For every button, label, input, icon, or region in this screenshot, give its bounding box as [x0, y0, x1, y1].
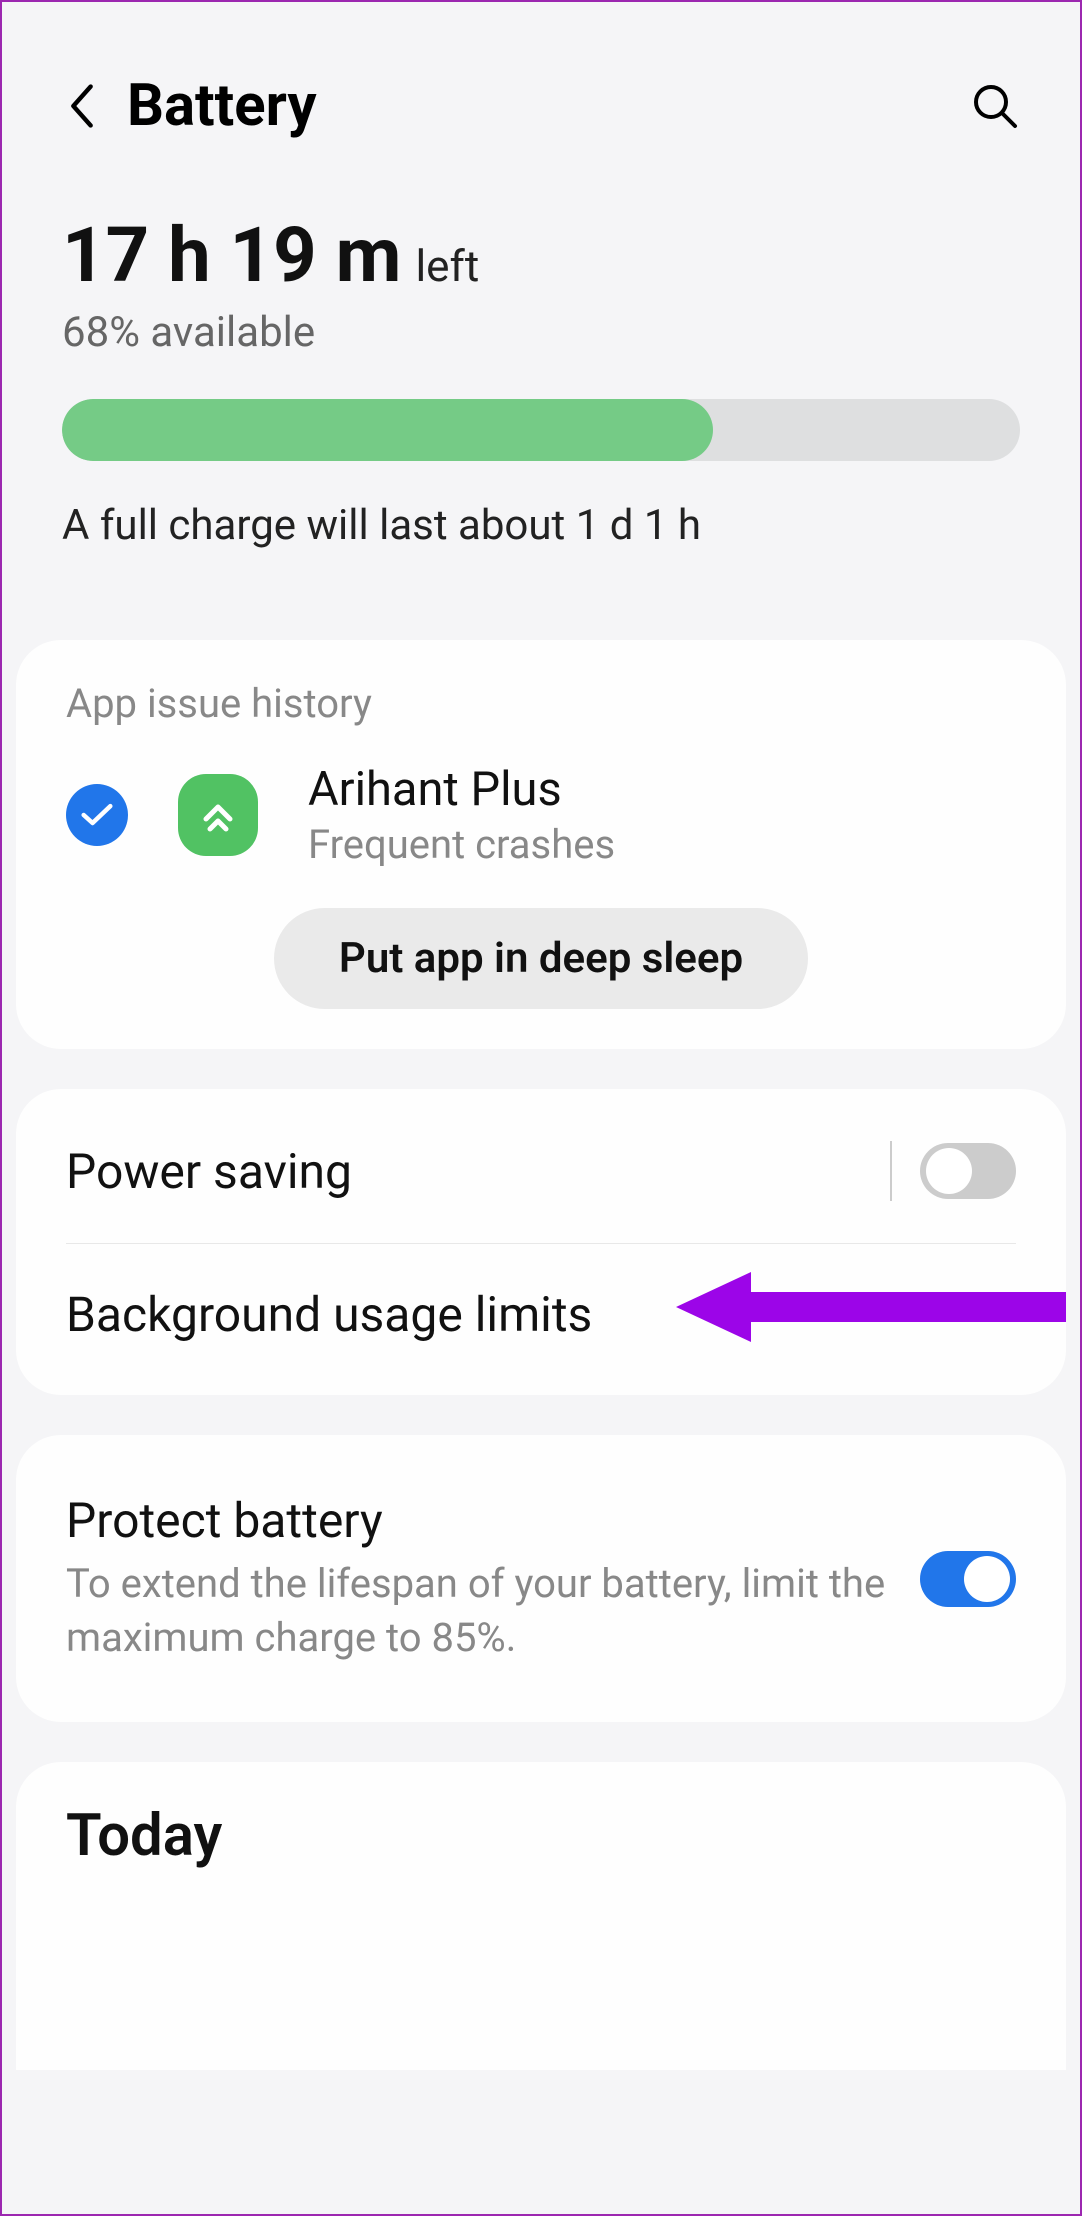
power-saving-label: Power saving — [66, 1143, 352, 1200]
back-button[interactable] — [62, 86, 102, 126]
vertical-divider — [890, 1141, 892, 1201]
app-info: Arihant Plus Frequent crashes — [308, 762, 615, 868]
full-charge-text: A full charge will last about 1 d 1 h — [62, 501, 1020, 550]
app-name: Arihant Plus — [308, 762, 615, 817]
app-icon — [178, 774, 258, 856]
today-card: Today — [16, 1762, 1066, 2070]
check-circle-icon — [66, 784, 128, 846]
header: Battery — [2, 2, 1080, 180]
power-saving-row[interactable]: Power saving — [66, 1099, 1016, 1243]
power-settings-card: Power saving Background usage limits — [16, 1089, 1066, 1395]
percent-available: 68% available — [62, 308, 1020, 357]
time-suffix: left — [415, 240, 479, 292]
background-usage-limits-label: Background usage limits — [66, 1286, 592, 1343]
power-saving-toggle[interactable] — [920, 1143, 1016, 1199]
time-remaining: 17 h 19 m left — [62, 210, 1020, 300]
protect-battery-row[interactable]: Protect battery To extend the lifespan o… — [66, 1450, 1016, 1707]
page-title: Battery — [127, 72, 970, 140]
battery-summary: 17 h 19 m left 68% available A full char… — [2, 180, 1080, 600]
background-usage-limits-row[interactable]: Background usage limits — [66, 1243, 1016, 1385]
battery-progress-bar[interactable] — [62, 399, 1020, 461]
app-issue-card: App issue history Arihant Plus Frequent … — [16, 640, 1066, 1049]
time-value: 17 h 19 m — [62, 210, 401, 300]
search-icon — [971, 82, 1019, 130]
chevron-left-icon — [69, 84, 95, 128]
annotation-arrow-icon — [676, 1264, 1066, 1350]
battery-progress-fill — [62, 399, 713, 461]
app-issue-description: Frequent crashes — [308, 821, 615, 868]
protect-battery-description: To extend the lifespan of your battery, … — [66, 1557, 890, 1665]
deep-sleep-button[interactable]: Put app in deep sleep — [274, 908, 808, 1009]
today-title: Today — [66, 1802, 1016, 1870]
protect-battery-card: Protect battery To extend the lifespan o… — [16, 1435, 1066, 1722]
app-issue-header: App issue history — [66, 680, 1016, 727]
search-button[interactable] — [970, 81, 1020, 131]
protect-battery-toggle[interactable] — [920, 1551, 1016, 1607]
app-issue-row[interactable]: Arihant Plus Frequent crashes — [66, 762, 1016, 868]
protect-battery-label: Protect battery — [66, 1492, 890, 1549]
